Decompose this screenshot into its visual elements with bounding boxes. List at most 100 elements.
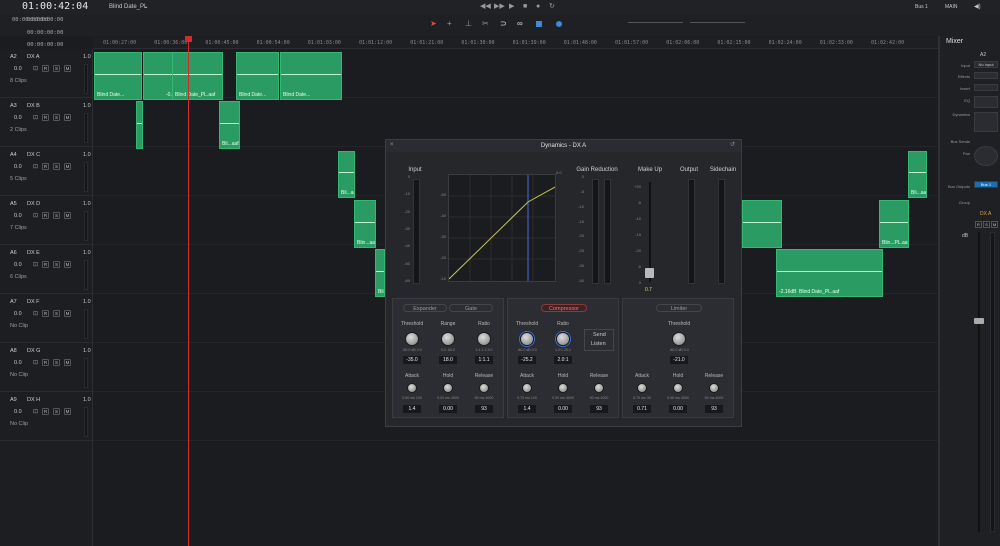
mixer-fader-handle[interactable] xyxy=(974,318,984,324)
track-name[interactable]: DX E xyxy=(27,250,40,256)
mixer-pan-control[interactable] xyxy=(974,146,998,166)
audio-clip[interactable]: -2.16dB Blind Date_PL.aaf xyxy=(776,249,883,297)
main-selector[interactable]: MAIN xyxy=(945,4,958,10)
exp-release-value[interactable]: 93 xyxy=(475,405,493,413)
mixer-mute-button[interactable]: M xyxy=(991,221,998,228)
record-arm-button[interactable]: R xyxy=(42,408,49,415)
record-icon[interactable]: ● xyxy=(536,3,542,10)
exp-ratio-knob[interactable] xyxy=(477,332,491,346)
mute-button[interactable]: M xyxy=(64,408,71,415)
mute-button[interactable]: M xyxy=(64,212,71,219)
record-arm-button[interactable]: R xyxy=(42,359,49,366)
timeline-selector[interactable]: Blind Date_PL xyxy=(109,4,147,10)
loop-icon[interactable]: ↻ xyxy=(549,3,555,10)
exp-threshold-knob[interactable] xyxy=(405,332,419,346)
audio-clip[interactable]: Bli...aaf xyxy=(219,101,240,149)
track-volume[interactable]: 0.0 xyxy=(14,213,22,219)
audio-clip[interactable]: Blind Date_PL.aaf xyxy=(172,52,223,100)
record-arm-button[interactable]: R xyxy=(42,310,49,317)
blade-tool-icon[interactable]: ✂ xyxy=(482,19,489,28)
comp-release-value[interactable]: 93 xyxy=(590,405,608,413)
reset-icon[interactable]: ↺ xyxy=(730,141,735,148)
height-slider[interactable] xyxy=(690,22,745,23)
audio-clip[interactable]: Blind Date... xyxy=(236,52,279,100)
audio-clip[interactable]: Bli... xyxy=(375,249,385,297)
audio-clip[interactable]: Blind Date... xyxy=(280,52,342,100)
snap-icon[interactable]: ⊃ xyxy=(500,19,507,28)
record-arm-button[interactable]: R xyxy=(42,114,49,121)
exp-hold-value[interactable]: 0.00 xyxy=(439,405,457,413)
comp-attack-knob[interactable] xyxy=(522,383,532,393)
exp-range-value[interactable]: 18.0 xyxy=(439,356,457,364)
lim-attack-knob[interactable] xyxy=(637,383,647,393)
record-arm-button[interactable]: R xyxy=(42,261,49,268)
track-name[interactable]: DX A xyxy=(27,54,40,60)
audio-clip[interactable]: Bli...aaf xyxy=(338,151,355,198)
exp-attack-knob[interactable] xyxy=(407,383,417,393)
track-header-a4[interactable]: A4 DX C 1.0 0.0 ⊡ R S M 5 Clips xyxy=(0,147,93,196)
track-volume[interactable]: 0.0 xyxy=(14,262,22,268)
mixer-solo-button[interactable]: S xyxy=(983,221,990,228)
stop-icon[interactable]: ■ xyxy=(523,3,529,10)
comp-ratio-value[interactable]: 2.0:1 xyxy=(554,356,572,364)
track-volume[interactable]: 0.0 xyxy=(14,66,22,72)
solo-button[interactable]: S xyxy=(53,65,60,72)
lim-release-value[interactable]: 93 xyxy=(705,405,723,413)
lock-icon[interactable]: ⊡ xyxy=(33,114,38,121)
exp-ratio-value[interactable]: 1:1.1 xyxy=(475,356,493,364)
expander-tab[interactable]: Expander xyxy=(403,304,447,312)
zoom-slider[interactable] xyxy=(628,22,683,23)
track-volume[interactable]: 0.0 xyxy=(14,360,22,366)
audio-clip[interactable]: Blind Date... xyxy=(94,52,142,100)
exp-range-knob[interactable] xyxy=(441,332,455,346)
transfer-curve-graph[interactable] xyxy=(448,174,556,282)
audio-clip[interactable]: Blin...PL.aaf xyxy=(879,200,909,248)
lock-icon[interactable]: ⊡ xyxy=(33,310,38,317)
comp-hold-knob[interactable] xyxy=(558,383,568,393)
send-button[interactable]: Send xyxy=(593,332,606,338)
track-name[interactable]: DX D xyxy=(27,201,40,207)
rewind-icon[interactable]: ◀◀ xyxy=(480,3,491,10)
mute-button[interactable]: M xyxy=(64,359,71,366)
solo-button[interactable]: S xyxy=(53,359,60,366)
track-header-a9[interactable]: A9 DX H 1.0 0.0 ⊡ R S M No Clip xyxy=(0,392,93,441)
speaker-icon[interactable]: ◀) xyxy=(974,3,981,10)
solo-button[interactable]: S xyxy=(53,261,60,268)
lim-threshold-knob[interactable] xyxy=(672,332,686,346)
track-name[interactable]: DX B xyxy=(27,103,40,109)
mixer-dynamics-thumbnail[interactable] xyxy=(974,112,998,132)
lim-hold-knob[interactable] xyxy=(673,383,683,393)
solo-button[interactable]: S xyxy=(53,408,60,415)
solo-button[interactable]: S xyxy=(53,310,60,317)
mixer-record-button[interactable]: R xyxy=(975,221,982,228)
comp-hold-value[interactable]: 0.00 xyxy=(554,405,572,413)
trim-tool-icon[interactable]: ⊥ xyxy=(465,19,472,28)
track-volume[interactable]: 0.0 xyxy=(14,164,22,170)
mute-button[interactable]: M xyxy=(64,114,71,121)
exp-hold-knob[interactable] xyxy=(443,383,453,393)
lock-icon[interactable]: ⊡ xyxy=(33,261,38,268)
mute-button[interactable]: M xyxy=(64,310,71,317)
fast-forward-icon[interactable]: ▶▶ xyxy=(494,3,505,10)
limiter-tab[interactable]: Limiter xyxy=(656,304,702,312)
track-name[interactable]: DX F xyxy=(27,299,40,305)
mute-button[interactable]: M xyxy=(64,261,71,268)
bus-selector[interactable]: Bus 1 xyxy=(915,4,928,10)
solo-button[interactable]: S xyxy=(53,114,60,121)
marker-icon[interactable] xyxy=(556,21,562,27)
record-arm-button[interactable]: R xyxy=(42,212,49,219)
comp-threshold-knob[interactable] xyxy=(520,332,534,346)
mixer-effects-slot[interactable] xyxy=(974,72,998,79)
audio-clip[interactable] xyxy=(136,101,143,149)
compressor-tab[interactable]: Compressor xyxy=(541,304,587,312)
lim-threshold-value[interactable]: -21.0 xyxy=(670,356,688,364)
lim-attack-value[interactable]: 0.71 xyxy=(633,405,651,413)
gate-tab[interactable]: Gate xyxy=(449,304,493,312)
track-volume[interactable]: 0.0 xyxy=(14,115,22,121)
mixer-insert-slot[interactable] xyxy=(974,84,998,91)
audio-clip[interactable]: Bli...aaf xyxy=(908,151,927,198)
lock-icon[interactable]: ⊡ xyxy=(33,212,38,219)
close-icon[interactable]: × xyxy=(390,142,394,148)
mixer-input-select[interactable]: No Input xyxy=(974,61,998,68)
lock-icon[interactable]: ⊡ xyxy=(33,65,38,72)
